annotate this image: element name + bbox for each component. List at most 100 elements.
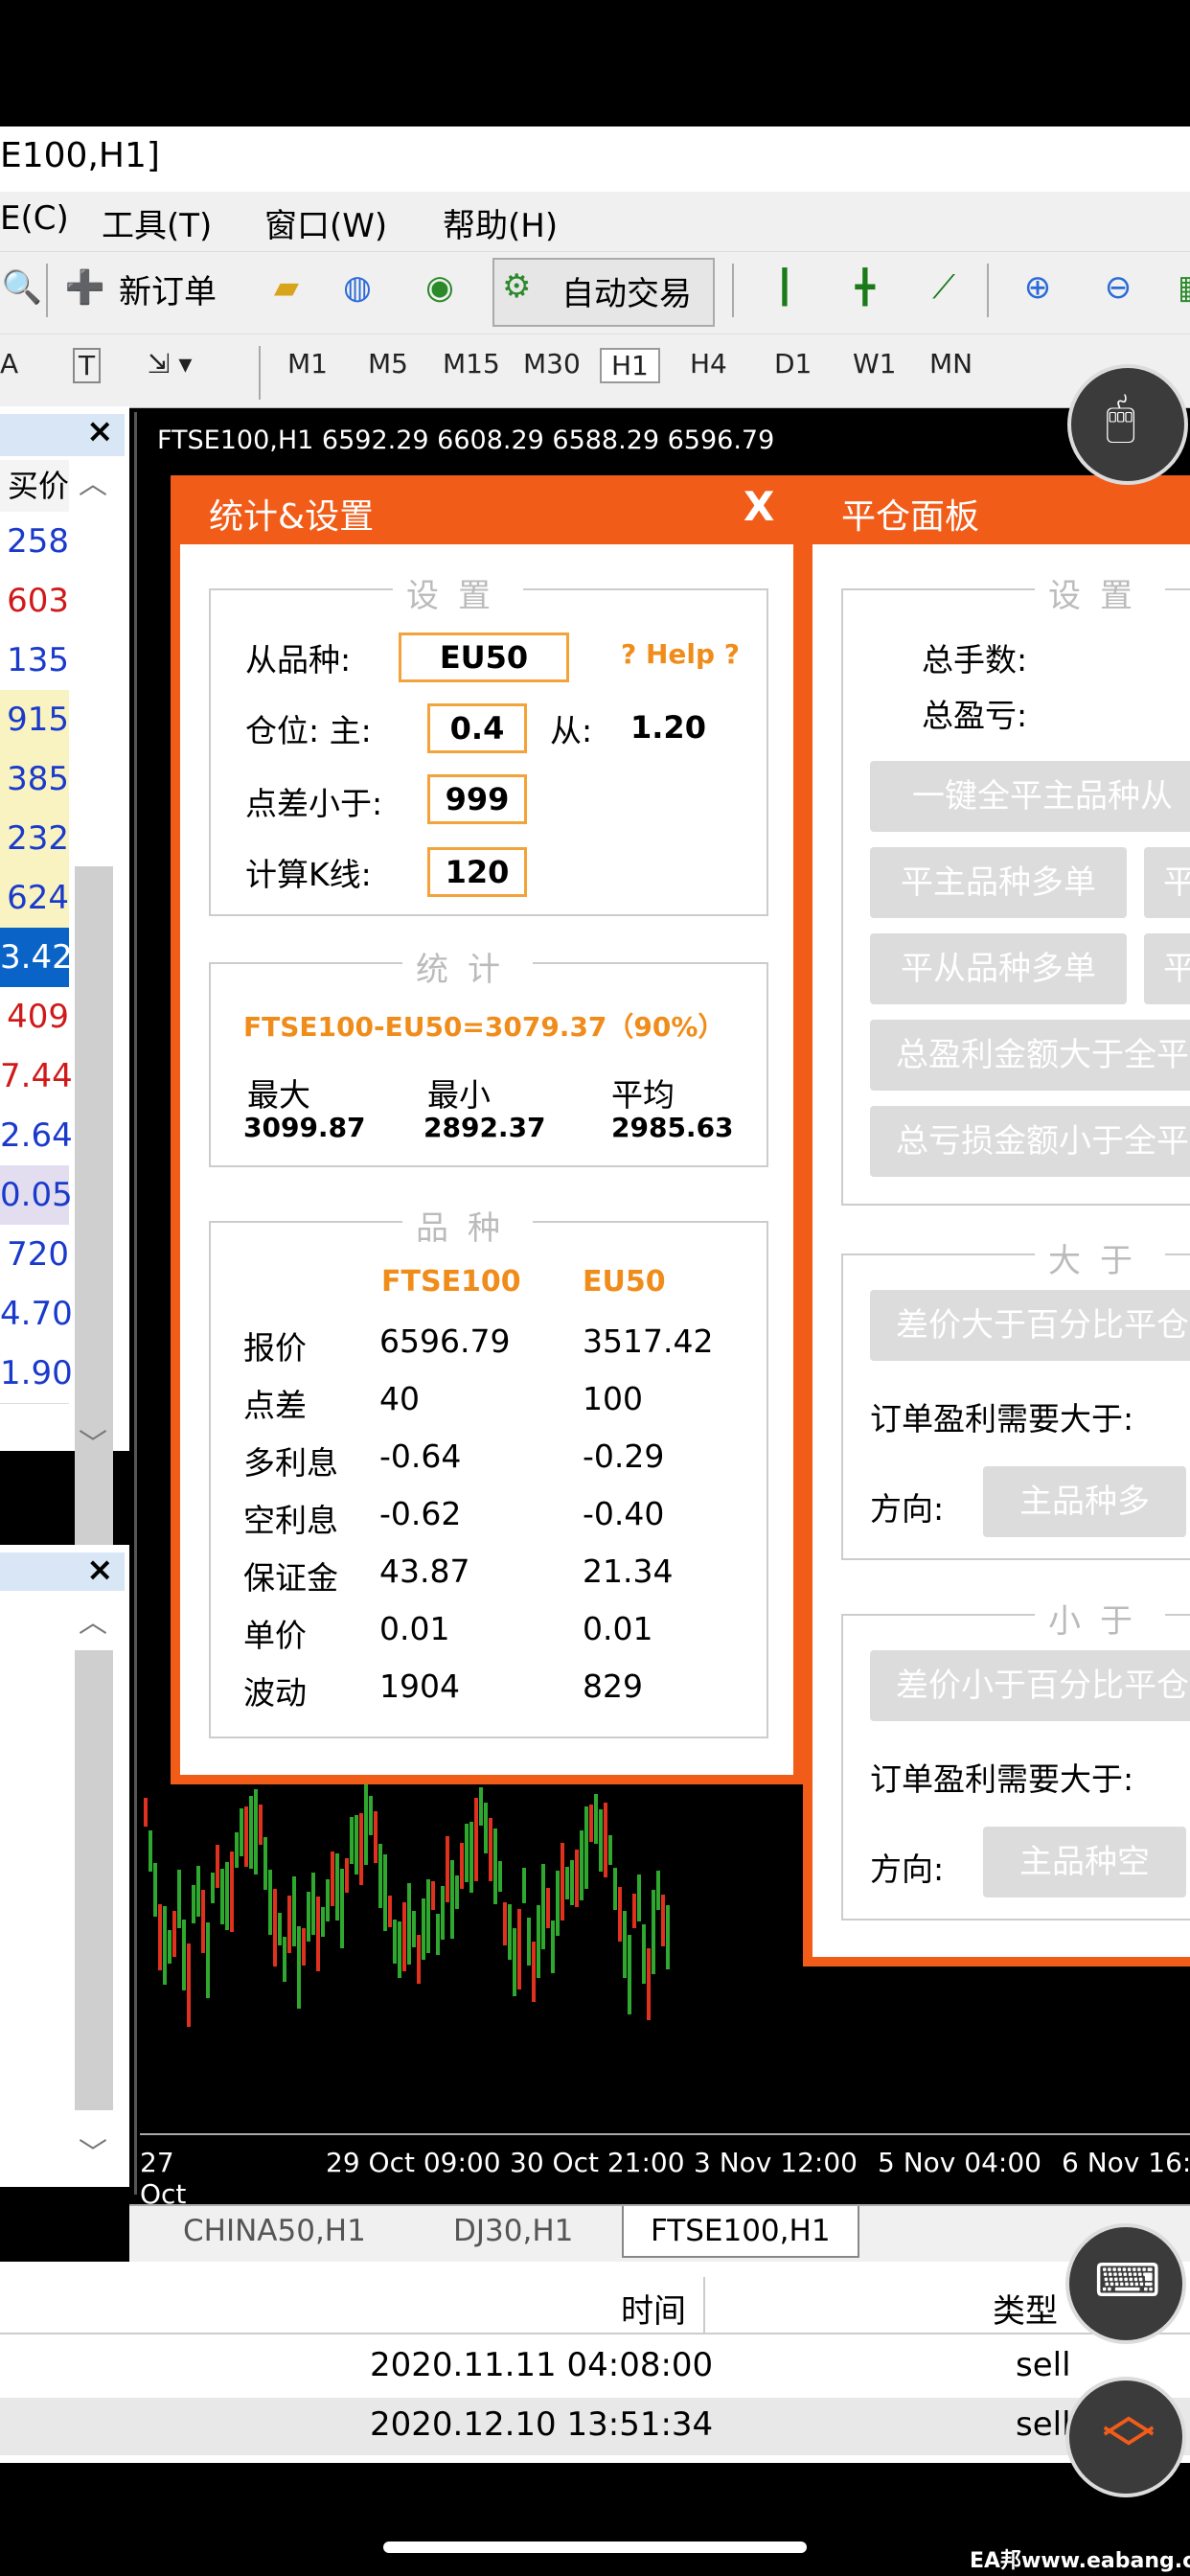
close-button[interactable]: X (744, 483, 774, 530)
market-watch-row[interactable]: 624 (0, 868, 69, 929)
line-chart-icon[interactable]: ⟋ (922, 265, 966, 310)
tf-m15[interactable]: M15 (443, 348, 500, 380)
close-main-buy-button[interactable]: 平主品种多单 (870, 847, 1127, 918)
candle (484, 1803, 488, 1853)
new-order-icon[interactable]: ➕ (63, 265, 107, 310)
mouse-toggle-button[interactable]: 🖱 (1067, 364, 1188, 485)
market-watch-row[interactable]: 232 (0, 809, 69, 869)
tab-china50[interactable]: CHINA50,H1 (183, 2214, 366, 2248)
tf-m5[interactable]: M5 (368, 348, 408, 380)
spread-below-close-button[interactable]: 差价小于百分比平仓 (870, 1650, 1190, 1721)
direction-main-sell-button[interactable]: 主品种空 (983, 1827, 1186, 1898)
scroll-up-icon[interactable]: ︿ (79, 1598, 107, 1641)
tf-h4[interactable]: H4 (690, 348, 727, 380)
tab-ftse100[interactable]: FTSE100,H1 (622, 2206, 859, 2258)
arrows-tool-icon[interactable]: ⇲ ▾ (148, 348, 192, 380)
symbol-a-value: 1904 (379, 1668, 460, 1705)
scroll-toggle-button[interactable]: ︿ ﹀ (1065, 2377, 1186, 2497)
menu-item-help[interactable]: 帮助(H) (443, 199, 558, 246)
direction-main-buy-button[interactable]: 主品种多 (983, 1466, 1186, 1537)
market-watch-row[interactable]: 258 (0, 512, 69, 572)
close-main-sell-button[interactable]: 平 (1144, 847, 1190, 918)
scroll-down-icon[interactable]: ﹀ (79, 2129, 107, 2172)
tf-mn[interactable]: MN (929, 348, 973, 380)
tf-m1[interactable]: M1 (287, 348, 328, 380)
zoom-in-icon[interactable]: ⊕ (1016, 265, 1060, 310)
min-value: 2892.37 (423, 1112, 546, 1143)
close-all-button[interactable]: 一键全平主品种从 (870, 761, 1190, 832)
candle (326, 1879, 330, 1921)
candle (168, 1930, 172, 1964)
signal-icon[interactable]: ◉ (418, 265, 462, 310)
home-indicator[interactable] (383, 2542, 807, 2553)
candle (565, 1867, 569, 1899)
stats-panel-header: 统计&设置 X (180, 475, 793, 544)
label-tool-icon[interactable]: T (73, 348, 102, 383)
tf-d1[interactable]: D1 (774, 348, 812, 380)
position-main-input[interactable]: 0.4 (427, 703, 527, 753)
new-order-button[interactable]: 新订单 (119, 265, 217, 312)
menu-item-window[interactable]: 窗口(W) (264, 199, 387, 246)
position-from-value: 1.20 (630, 709, 706, 746)
market-watch-row[interactable]: 0.05 (0, 1165, 73, 1226)
candle (642, 1924, 646, 1984)
tab-dj30[interactable]: DJ30,H1 (453, 2214, 573, 2248)
kline-input[interactable]: 120 (427, 847, 527, 897)
keyboard-toggle-button[interactable]: ⌨ (1065, 2223, 1186, 2344)
market-watch-row[interactable]: 3.42 (0, 928, 73, 988)
table-row[interactable]: 2020.12.10 13:51:34 sell (0, 2398, 1190, 2455)
candle (149, 1830, 152, 1872)
candle (321, 1907, 325, 1937)
market-watch-row[interactable]: 915 (0, 690, 69, 750)
scrollbar[interactable] (75, 866, 113, 1633)
watermark: EA邦www.eabang.com (970, 2549, 1190, 2573)
scrollbar[interactable] (75, 1650, 113, 2110)
candle-chart-icon[interactable]: ╋ (843, 265, 887, 310)
candle (508, 1904, 512, 1960)
market-watch-row[interactable]: 135 (0, 631, 69, 691)
toolbar-divider (46, 264, 48, 317)
candle (273, 1889, 277, 1966)
loss-below-close-button[interactable]: 总亏损金额小于全平 (870, 1106, 1190, 1177)
search-icon[interactable]: 🔍 (0, 265, 44, 310)
avg-value: 2985.63 (611, 1112, 734, 1143)
zoom-out-icon[interactable]: ⊖ (1096, 265, 1140, 310)
market-watch-row[interactable]: 4.70 (0, 1284, 73, 1345)
tf-m30[interactable]: M30 (523, 348, 581, 380)
profit-above-close-button[interactable]: 总盈利金额大于全平 (870, 1020, 1190, 1091)
scroll-down-icon[interactable]: ﹀ (79, 1420, 107, 1462)
market-watch-row[interactable]: 385 (0, 749, 69, 810)
tile-icon[interactable]: ▦ (1171, 265, 1190, 310)
close-icon[interactable]: × (86, 1551, 114, 1589)
close-icon[interactable]: × (86, 412, 114, 450)
navigator-icon[interactable]: ◍ (335, 265, 379, 310)
scroll-up-icon[interactable]: ︿ (79, 460, 107, 502)
gold-bar-icon[interactable]: ▰ (264, 265, 309, 310)
from-symbol-input[interactable]: EU50 (399, 632, 569, 682)
menu-item-tools[interactable]: 工具(T) (102, 199, 212, 246)
symbol-a-value: 43.87 (379, 1552, 470, 1590)
market-watch-row[interactable]: 1.90 (0, 1344, 73, 1404)
tf-h1[interactable]: H1 (600, 348, 660, 383)
spread-above-close-button[interactable]: 差价大于百分比平仓 (870, 1290, 1190, 1361)
close-from-sell-button[interactable]: 平 (1144, 933, 1190, 1004)
kline-label: 计算K线: (245, 856, 372, 893)
market-watch-row[interactable]: 409 (0, 987, 69, 1047)
text-tool-icon[interactable]: A (0, 348, 18, 380)
tf-w1[interactable]: W1 (853, 348, 897, 380)
market-watch-row[interactable]: 7.44 (0, 1046, 73, 1107)
spread-input[interactable]: 999 (427, 774, 527, 824)
main-toolbar: 🔍 ➕ 新订单 ▰ ◍ ◉ ⚙ 自动交易 ┃ ╋ ⟋ ⊕ ⊖ ▦ (0, 251, 1190, 334)
candle (230, 1852, 234, 1932)
candle (196, 1866, 200, 1917)
auto-trade-button[interactable]: ⚙ 自动交易 (492, 258, 715, 327)
menu-item-chart[interactable]: E(C) (0, 199, 69, 238)
market-watch-row[interactable]: 2.64 (0, 1106, 73, 1166)
market-watch-row[interactable]: 603 (0, 571, 69, 632)
help-link[interactable]: ? Help ? (621, 638, 740, 670)
symbol-row-label: 报价 (243, 1329, 307, 1367)
close-from-buy-button[interactable]: 平从品种多单 (870, 933, 1127, 1004)
bar-chart-icon[interactable]: ┃ (763, 265, 807, 310)
table-row[interactable]: 2020.11.11 04:08:00 sell (0, 2338, 1190, 2396)
market-watch-row[interactable]: 720 (0, 1225, 69, 1285)
